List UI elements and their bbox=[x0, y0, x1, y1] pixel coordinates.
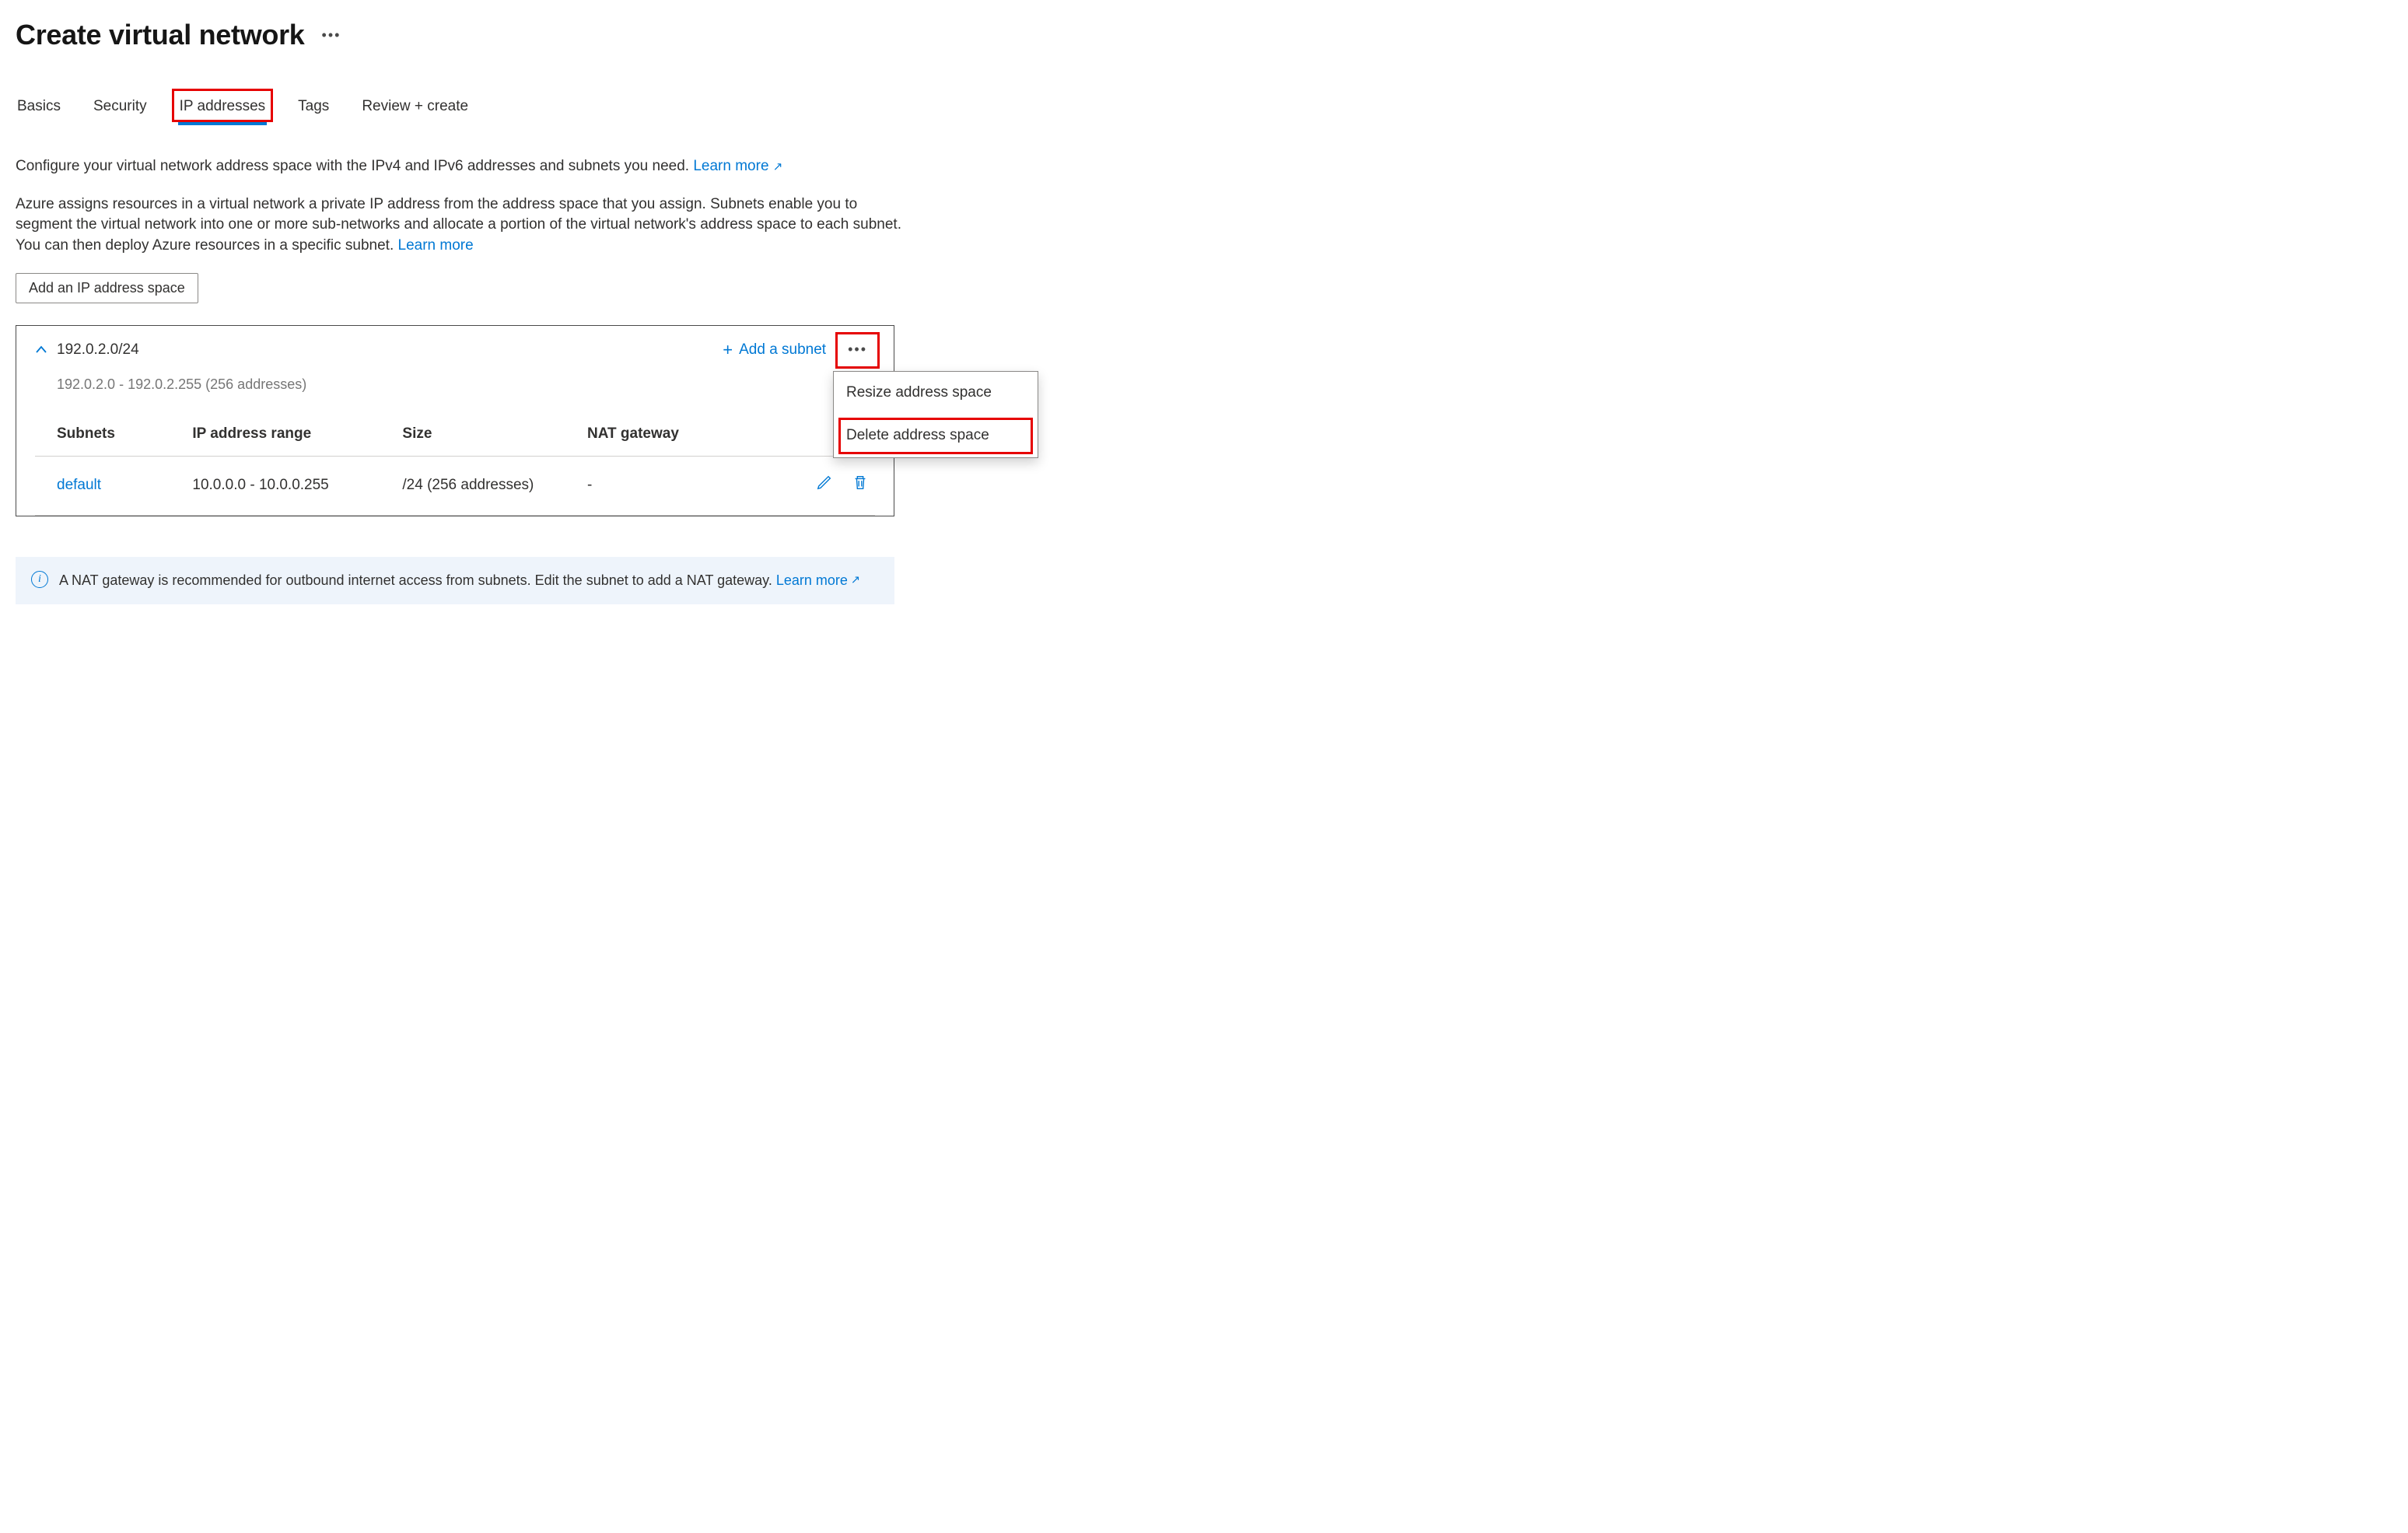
table-row: default 10.0.0.0 - 10.0.0.255 /24 (256 a… bbox=[35, 456, 875, 515]
delete-subnet-button[interactable] bbox=[852, 474, 869, 498]
plus-icon: + bbox=[723, 338, 733, 362]
col-nat-gateway: NAT gateway bbox=[581, 416, 749, 456]
tab-review-create[interactable]: Review + create bbox=[360, 93, 470, 125]
learn-more-link-1[interactable]: Learn more ↗ bbox=[693, 158, 782, 174]
menu-item-delete-label: Delete address space bbox=[846, 427, 989, 443]
add-subnet-button[interactable]: + Add a subnet bbox=[723, 338, 826, 362]
tab-ip-addresses-label: IP addresses bbox=[180, 98, 266, 114]
more-icon[interactable]: ••• bbox=[319, 25, 345, 45]
subnets-table: Subnets IP address range Size NAT gatewa… bbox=[35, 416, 875, 515]
learn-more-link-2[interactable]: Learn more bbox=[398, 237, 474, 254]
learn-more-label-1: Learn more bbox=[693, 158, 768, 174]
nat-gateway-info-banner: i A NAT gateway is recommended for outbo… bbox=[16, 557, 894, 604]
address-space-cidr: 192.0.2.0/24 bbox=[57, 340, 139, 361]
menu-item-delete-address-space[interactable]: Delete address space bbox=[834, 415, 1038, 457]
subnet-size: /24 (256 addresses) bbox=[396, 456, 581, 515]
external-link-icon: ↗ bbox=[773, 160, 783, 173]
info-learn-more-label: Learn more bbox=[776, 571, 848, 590]
col-ip-range: IP address range bbox=[186, 416, 396, 456]
description-1: Configure your virtual network address s… bbox=[16, 156, 910, 177]
tab-tags[interactable]: Tags bbox=[296, 93, 331, 125]
tabs-bar: Basics Security IP addresses Tags Review… bbox=[16, 93, 2392, 125]
tab-security[interactable]: Security bbox=[92, 93, 149, 125]
subnet-ip-range: 10.0.0.0 - 10.0.0.255 bbox=[186, 456, 396, 515]
add-address-space-button[interactable]: Add an IP address space bbox=[16, 273, 198, 303]
tab-basics[interactable]: Basics bbox=[16, 93, 62, 125]
address-space-more-button[interactable]: ••• Resize address space Delete address … bbox=[840, 338, 875, 362]
address-space-panel: 192.0.2.0/24 + Add a subnet ••• Resize a… bbox=[16, 325, 894, 516]
col-subnets: Subnets bbox=[35, 416, 186, 456]
ellipsis-icon: ••• bbox=[845, 338, 870, 360]
menu-item-resize-address-space[interactable]: Resize address space bbox=[834, 372, 1038, 415]
add-subnet-label: Add a subnet bbox=[739, 340, 826, 361]
tab-ip-addresses[interactable]: IP addresses bbox=[178, 93, 268, 125]
col-size: Size bbox=[396, 416, 581, 456]
info-banner-text: A NAT gateway is recommended for outboun… bbox=[59, 572, 772, 588]
external-link-icon: ↗ bbox=[851, 572, 860, 588]
info-banner-content: A NAT gateway is recommended for outboun… bbox=[59, 571, 860, 590]
subnet-name-link[interactable]: default bbox=[35, 456, 186, 515]
chevron-up-icon[interactable] bbox=[35, 342, 47, 359]
address-space-context-menu: Resize address space Delete address spac… bbox=[833, 371, 1038, 457]
edit-subnet-button[interactable] bbox=[816, 474, 833, 498]
trash-icon bbox=[852, 474, 869, 491]
description-1-text: Configure your virtual network address s… bbox=[16, 158, 689, 174]
description-2: Azure assigns resources in a virtual net… bbox=[16, 194, 910, 257]
info-learn-more-link[interactable]: Learn more ↗ bbox=[776, 571, 860, 590]
address-range-note: 192.0.2.0 - 192.0.2.255 (256 addresses) bbox=[57, 375, 875, 394]
page-title: Create virtual network bbox=[16, 16, 305, 54]
pencil-icon bbox=[816, 474, 833, 491]
info-icon: i bbox=[31, 571, 48, 588]
subnet-nat-gateway: - bbox=[581, 456, 749, 515]
